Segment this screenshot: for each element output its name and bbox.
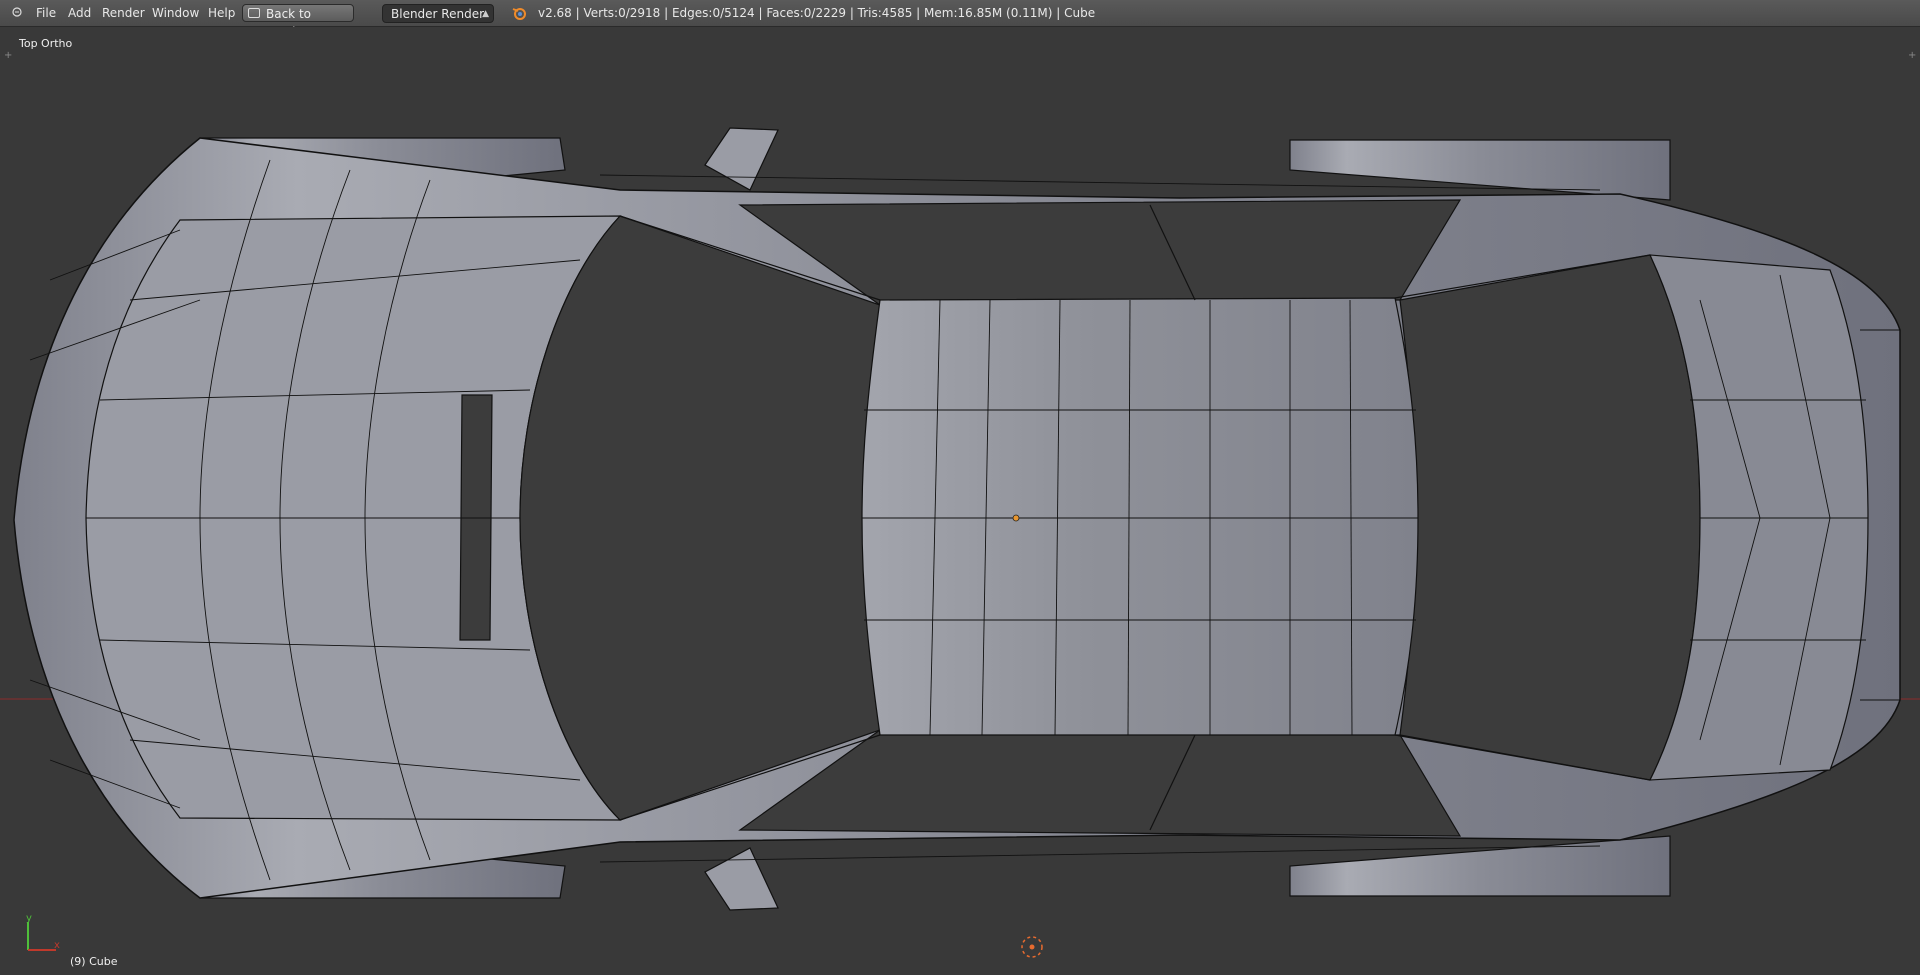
- svg-text:y: y: [26, 913, 32, 924]
- blender-logo-icon: [510, 0, 528, 27]
- 3d-viewport[interactable]: + + y x Top Ortho (9) Cube: [0, 27, 1920, 975]
- info-header: File Add Render Window Help Back to Prev…: [0, 0, 1920, 39]
- view-name-label: Top Ortho: [19, 37, 73, 50]
- render-engine-select[interactable]: Blender Render ▲: [382, 4, 494, 23]
- info-editor-icon: [12, 7, 22, 17]
- editor-type-icon[interactable]: [8, 0, 26, 27]
- 3d-cursor[interactable]: [1021, 936, 1043, 958]
- select-arrows-icon: ▲: [482, 9, 489, 19]
- menu-render[interactable]: Render: [100, 0, 147, 27]
- status-stats: v2.68 | Verts:0/2918 | Edges:0/5124 | Fa…: [538, 6, 1096, 20]
- active-object-label: (9) Cube: [70, 955, 118, 968]
- screen-back-icon: [248, 8, 260, 18]
- back-to-previous-button[interactable]: Back to Previous: [242, 4, 354, 39]
- viewport-canvas[interactable]: + + y x: [0, 27, 1920, 975]
- object-origin[interactable]: [1012, 514, 1020, 522]
- menu-help[interactable]: Help: [206, 0, 237, 27]
- axis-gizmo: y x: [26, 913, 60, 951]
- render-engine-value: Blender Render: [391, 7, 485, 21]
- area-split-widget-tr[interactable]: +: [1908, 50, 1916, 61]
- menu-add[interactable]: Add: [66, 0, 93, 27]
- area-split-widget-tl[interactable]: +: [4, 50, 12, 61]
- menu-window[interactable]: Window: [150, 0, 201, 27]
- car-mesh[interactable]: [13, 127, 1901, 911]
- menu-file[interactable]: File: [34, 0, 58, 27]
- svg-text:x: x: [54, 940, 60, 951]
